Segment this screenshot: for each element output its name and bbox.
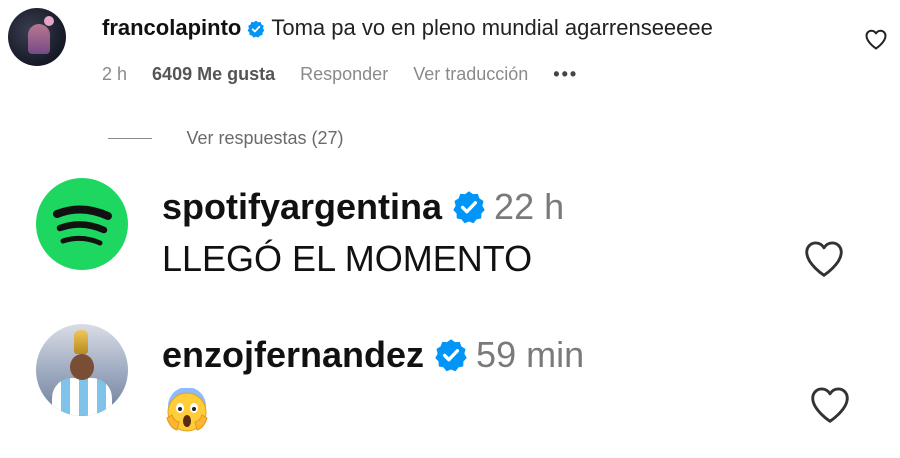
- avatar-shirt: [52, 378, 112, 416]
- reply-header: spotifyargentina 22 h: [162, 184, 564, 230]
- spotify-logo-icon: [53, 205, 112, 246]
- avatar[interactable]: [36, 324, 128, 416]
- comment-text: Toma pa vo en pleno mundial agarrenseeee…: [271, 15, 713, 40]
- reply-time: 59 min: [476, 334, 585, 375]
- heart-outline-icon[interactable]: [802, 238, 846, 278]
- trophy-icon: [74, 330, 88, 354]
- comment-francolapinto: francolapinto Toma pa vo en pleno mundia…: [0, 0, 900, 110]
- reply-time: 22 h: [494, 186, 565, 227]
- heart-outline-icon[interactable]: [808, 384, 852, 424]
- reply-spotifyargentina: spotifyargentina 22 h LLEGÓ EL MOMENTO: [0, 170, 900, 310]
- avatar-light: [44, 16, 54, 26]
- verified-badge-icon: [435, 339, 467, 372]
- view-replies-label: Ver respuestas (27): [186, 128, 344, 148]
- reply-header: enzojfernandez 59 min: [162, 332, 584, 378]
- reply-button[interactable]: Responder: [300, 64, 388, 84]
- heart-outline-icon[interactable]: [864, 28, 888, 50]
- username[interactable]: francolapinto: [102, 15, 241, 40]
- verified-badge-icon: [453, 191, 485, 224]
- comment-line: francolapinto Toma pa vo en pleno mundia…: [102, 14, 713, 42]
- screaming-face-emoji: [166, 388, 208, 432]
- username[interactable]: spotifyargentina: [162, 186, 442, 227]
- translate-button[interactable]: Ver traducción: [413, 64, 528, 84]
- avatar-figure: [28, 24, 50, 54]
- reply-enzojfernandez: enzojfernandez 59 min: [0, 318, 900, 458]
- view-replies-button[interactable]: Ver respuestas (27): [108, 128, 344, 154]
- avatar-head: [70, 354, 94, 380]
- replies-divider: [108, 138, 152, 139]
- avatar[interactable]: [36, 178, 128, 270]
- comment-meta: 2 h 6409 Me gusta Responder Ver traducci…: [102, 62, 598, 86]
- reply-text: LLEGÓ EL MOMENTO: [162, 238, 533, 279]
- avatar[interactable]: [8, 8, 66, 66]
- likes-count[interactable]: 6409 Me gusta: [152, 64, 275, 84]
- username[interactable]: enzojfernandez: [162, 334, 424, 375]
- more-options-button[interactable]: •••: [553, 64, 578, 84]
- comment-time: 2 h: [102, 64, 128, 84]
- verified-badge-icon: [248, 20, 265, 38]
